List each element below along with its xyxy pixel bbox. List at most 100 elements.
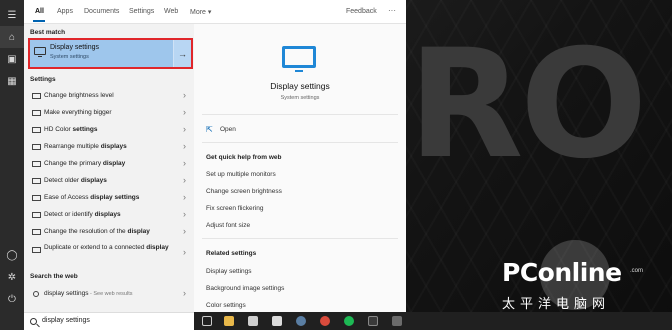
list-item-label: Ease of Access (44, 194, 91, 201)
display-icon (32, 127, 41, 133)
related-link[interactable]: Color settings (206, 302, 246, 309)
spotify-icon[interactable] (344, 316, 354, 326)
list-item[interactable]: Change the primary display › (24, 156, 194, 173)
list-item[interactable]: Detect or identify displays › (24, 207, 194, 224)
chevron-right-icon[interactable]: › (183, 247, 186, 257)
watermark: PConline .com 太平洋电脑网 (500, 238, 672, 330)
tab-web[interactable]: Web (164, 8, 178, 15)
settings-heading: Settings (30, 76, 56, 83)
list-item[interactable]: Ease of Access display settings › (24, 190, 194, 207)
chevron-right-icon[interactable]: › (183, 209, 186, 219)
list-item-label-bold: display (102, 160, 126, 167)
user-icon[interactable]: ◯ (0, 244, 24, 266)
list-item-label-bold: display settings (90, 194, 140, 201)
tab-settings[interactable]: Settings (129, 8, 154, 15)
help-link[interactable]: Adjust font size (206, 222, 250, 229)
chevron-right-icon[interactable]: › (183, 158, 186, 168)
web-result-suffix: - See web results (88, 291, 133, 297)
chevron-right-icon[interactable]: › (183, 175, 186, 185)
more-options-icon[interactable]: ··· (388, 6, 396, 15)
search-input[interactable]: display settings (42, 317, 90, 324)
list-item-label-bold: settings (72, 126, 98, 133)
hamburger-menu-icon[interactable]: ☰ (0, 4, 24, 26)
documents-icon[interactable]: ▣ (0, 48, 24, 70)
watermark-brand: PConline (502, 258, 622, 287)
best-match-title: Display settings (50, 44, 100, 51)
preview-subtitle: System settings (280, 95, 320, 101)
search-panel: All Apps Documents Settings Web More ▾ F… (24, 0, 406, 312)
search-tabs: All Apps Documents Settings Web More ▾ F… (24, 0, 406, 24)
settings-gear-icon[interactable]: ✲ (0, 266, 24, 288)
search-box[interactable]: display settings (24, 312, 194, 330)
watermark-dotcom: .com (630, 268, 644, 274)
list-item[interactable]: Change brightness level › (24, 88, 194, 105)
display-icon (32, 195, 41, 201)
watermark-chinese: 太平洋电脑网 (502, 297, 611, 312)
open-arrow-icon[interactable]: → (173, 40, 191, 67)
home-icon[interactable]: ⌂ (0, 26, 24, 48)
best-match-heading: Best match (30, 29, 66, 36)
list-item-label: Change the resolution of the (44, 228, 128, 235)
chevron-right-icon[interactable]: › (183, 124, 186, 134)
tab-apps[interactable]: Apps (57, 8, 73, 15)
best-match-result[interactable]: Display settings System settings → (28, 38, 193, 69)
grid-icon[interactable]: ▦ (0, 70, 24, 92)
power-icon[interactable]: ⏻ (0, 288, 24, 310)
search-web-heading: Search the web (30, 273, 78, 280)
list-item[interactable]: Make everything bigger › (24, 105, 194, 122)
tab-more[interactable]: More ▾ (190, 8, 211, 16)
related-link[interactable]: Display settings (206, 268, 252, 275)
task-view-icon[interactable] (202, 316, 212, 326)
display-large-icon (282, 46, 316, 72)
mail-icon[interactable] (272, 316, 282, 326)
help-link[interactable]: Set up multiple monitors (206, 171, 276, 178)
list-item-label: Detect older (44, 177, 81, 184)
web-result-item[interactable]: display settings - See web results › (24, 286, 194, 303)
list-item-label: Change the primary (44, 160, 103, 167)
list-item-label-bold: displays (80, 177, 107, 184)
tab-all[interactable]: All (35, 8, 44, 15)
display-icon (32, 93, 41, 99)
list-item-label-bold: displays (100, 143, 127, 150)
chevron-right-icon[interactable]: › (183, 90, 186, 100)
display-icon (32, 212, 41, 218)
list-item[interactable]: Duplicate or extend to a connected displ… (24, 242, 194, 266)
chevron-right-icon[interactable]: › (183, 141, 186, 151)
store-icon[interactable] (248, 316, 258, 326)
related-heading: Related settings (206, 250, 257, 257)
list-item-label: Make everything bigger (44, 109, 112, 116)
list-item-label: Detect or identify (44, 211, 95, 218)
divider (202, 238, 398, 239)
steam-icon[interactable] (296, 316, 306, 326)
app-icon[interactable] (368, 316, 378, 326)
display-icon (32, 229, 41, 235)
list-item-label-bold: display (127, 228, 150, 235)
related-link[interactable]: Background image settings (206, 285, 284, 292)
display-icon (32, 178, 41, 184)
divider (202, 114, 398, 115)
web-result-query: display settings (44, 290, 89, 297)
tab-documents[interactable]: Documents (84, 8, 119, 15)
list-item-label: HD Color (44, 126, 73, 133)
chevron-right-icon[interactable]: › (183, 288, 186, 298)
help-link[interactable]: Change screen brightness (206, 188, 282, 195)
chevron-right-icon[interactable]: › (183, 192, 186, 202)
preview-title: Display settings (270, 81, 330, 91)
display-icon (34, 47, 46, 57)
feedback-link[interactable]: Feedback (346, 8, 377, 15)
chevron-right-icon[interactable]: › (183, 107, 186, 117)
open-link[interactable]: Open (220, 126, 236, 133)
help-link[interactable]: Fix screen flickering (206, 205, 263, 212)
chevron-right-icon[interactable]: › (183, 226, 186, 236)
file-explorer-icon[interactable] (224, 316, 234, 326)
divider (202, 142, 398, 143)
display-icon (32, 161, 41, 167)
start-rail: ☰ ⌂ ▣ ▦ ◯ ✲ ⏻ (0, 0, 24, 330)
image-app-icon[interactable] (392, 316, 402, 326)
list-item[interactable]: Detect older displays › (24, 173, 194, 190)
chrome-icon[interactable] (320, 316, 330, 326)
list-item[interactable]: HD Color settings › (24, 122, 194, 139)
list-item[interactable]: Rearrange multiple displays › (24, 139, 194, 156)
list-item[interactable]: Change the resolution of the display › (24, 224, 194, 241)
open-icon[interactable]: ⇱ (206, 125, 213, 134)
